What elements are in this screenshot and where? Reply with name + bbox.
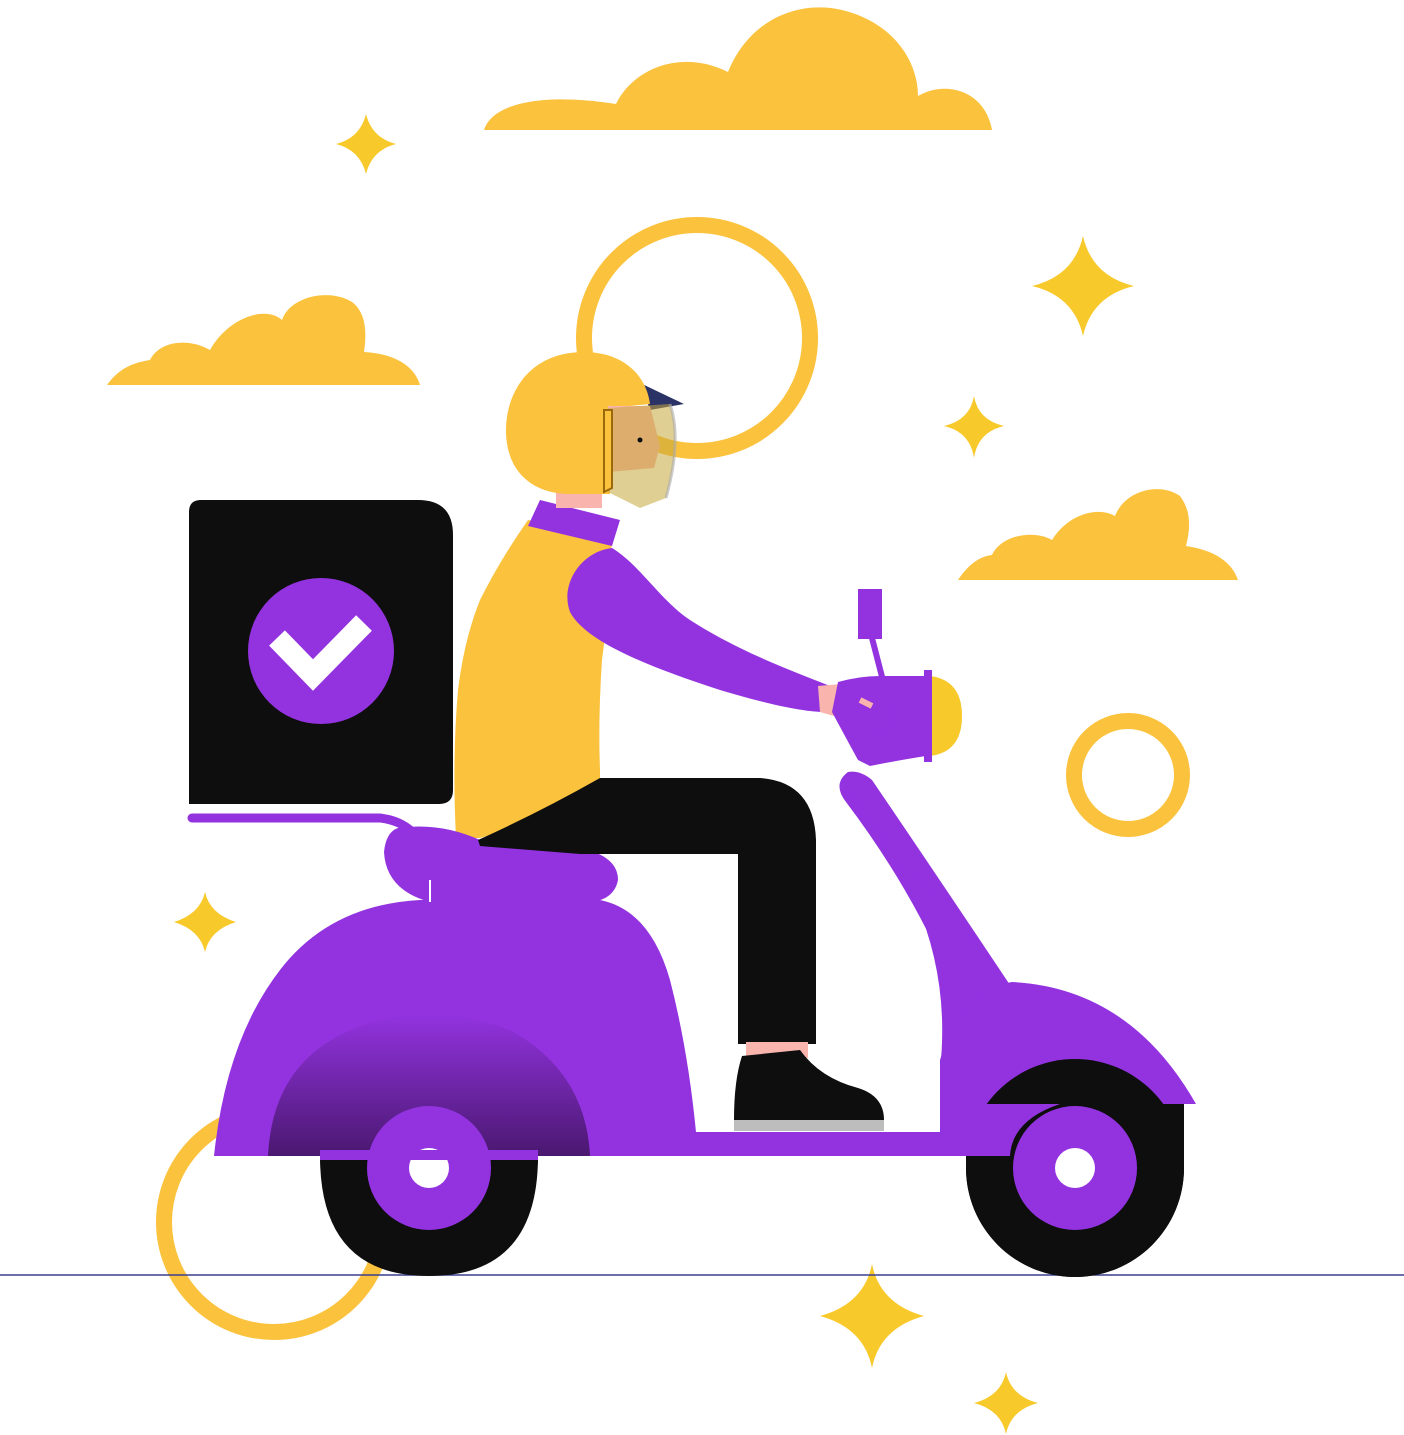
delivery-scene: [0, 7, 1404, 1434]
shoe-sole: [734, 1120, 884, 1131]
cloud-icon: [958, 489, 1238, 580]
mirror-icon: [858, 589, 882, 639]
sparkle-icon: [174, 892, 236, 952]
check-badge: [248, 578, 394, 724]
luggage-rack: [187, 813, 415, 835]
helmet: [506, 352, 684, 508]
face-shield: [608, 404, 676, 508]
headlight-icon: [930, 676, 962, 756]
rider-arm: [567, 548, 830, 712]
cloud-icon: [484, 7, 992, 130]
sparkle-icon: [820, 1264, 924, 1368]
sparkle-icon: [1032, 236, 1134, 336]
rider-eye: [637, 437, 643, 443]
delivery-box: [189, 500, 453, 804]
sparkle-icon: [336, 114, 396, 174]
cloud-icon: [107, 295, 420, 385]
sparkle-icon: [944, 396, 1004, 458]
rider-shoe: [734, 1050, 884, 1120]
ring-icon: [1066, 713, 1190, 837]
sparkle-icon: [974, 1372, 1038, 1434]
